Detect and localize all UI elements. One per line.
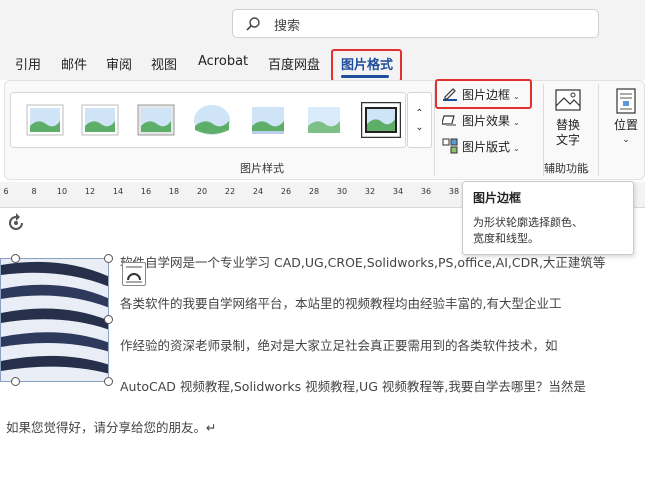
layout-options-icon[interactable] bbox=[122, 262, 146, 286]
search-icon bbox=[246, 17, 260, 31]
style-thumbnail-4[interactable] bbox=[193, 104, 231, 136]
document-line-4[interactable]: AutoCAD 视频教程,Solidworks 视频教程,UG 视频教程等,我要… bbox=[120, 376, 586, 395]
position-label: 位置 bbox=[613, 118, 638, 132]
position-button[interactable]: 位置 ⌄ bbox=[610, 88, 642, 148]
picture-effects-button[interactable]: 图片效果 ⌄ bbox=[441, 112, 520, 129]
picture-border-label: 图片边框 bbox=[462, 88, 511, 102]
ruler-tick: 34 bbox=[392, 187, 404, 196]
rotate-handle-icon[interactable] bbox=[5, 212, 27, 234]
document-line-2[interactable]: 各类软件的我要自学网络平台，本站里的视频教程均由经验丰富的,有大型企业工 bbox=[120, 293, 561, 312]
ruler-tick: 24 bbox=[252, 187, 264, 196]
ruler-tick: 20 bbox=[196, 187, 208, 196]
picture-styles-group-label: 图片样式 bbox=[240, 162, 284, 175]
chevron-down-icon: ⌄ bbox=[513, 92, 520, 101]
selected-picture[interactable] bbox=[0, 258, 109, 382]
tooltip-line-2: 宽度和线型。 bbox=[473, 232, 539, 245]
resize-handle-right[interactable] bbox=[104, 315, 113, 324]
building-photo bbox=[1, 259, 108, 381]
tooltip-line-1: 为形状轮廓选择颜色、 bbox=[473, 216, 583, 229]
ruler-tick: 14 bbox=[112, 187, 124, 196]
picture-border-button[interactable]: 图片边框 ⌄ bbox=[442, 86, 520, 103]
document-line-3[interactable]: 作经验的资深老师录制，绝对是大家立足社会真正要需用到的各类软件技术，如 bbox=[120, 335, 558, 354]
position-icon bbox=[616, 88, 636, 114]
style-thumbnail-3[interactable] bbox=[137, 104, 175, 136]
effects-icon bbox=[441, 115, 456, 126]
chevron-down-icon: ⌄ bbox=[513, 144, 520, 153]
style-thumbnail-5[interactable] bbox=[249, 104, 287, 136]
ruler-tick: 6 bbox=[3, 187, 9, 196]
ruler-tick: 32 bbox=[364, 187, 376, 196]
style-thumbnail-6[interactable] bbox=[305, 104, 343, 136]
alt-text-label-1: 替换 bbox=[555, 118, 580, 132]
gallery-more-button[interactable]: ⌃ ⌄ bbox=[407, 92, 432, 148]
chevron-down-icon: ⌄ bbox=[513, 118, 520, 127]
highlight-box-tab bbox=[331, 49, 402, 82]
ruler-tick: 30 bbox=[336, 187, 348, 196]
resize-handle-top-left[interactable] bbox=[11, 254, 20, 263]
resize-handle-top-right[interactable] bbox=[104, 254, 113, 263]
ribbon-tabs: 引用 邮件 审阅 视图 Acrobat 百度网盘 图片格式 bbox=[0, 44, 645, 80]
group-separator bbox=[598, 84, 599, 176]
title-bar: 搜索 bbox=[0, 0, 645, 44]
picture-layout-label: 图片版式 bbox=[462, 140, 511, 154]
tab-view[interactable]: 视图 bbox=[151, 54, 177, 73]
ruler-tick: 38 bbox=[448, 187, 460, 196]
style-thumbnail-2[interactable] bbox=[81, 104, 119, 136]
alt-text-label-2: 文字 bbox=[555, 133, 580, 147]
ruler-tick: 28 bbox=[308, 187, 320, 196]
ruler-tick: 36 bbox=[420, 187, 432, 196]
style-thumbnail-7-selected[interactable] bbox=[361, 102, 401, 138]
resize-handle-bottom-right[interactable] bbox=[104, 377, 113, 386]
ruler-tick: 18 bbox=[168, 187, 180, 196]
tab-mailings[interactable]: 邮件 bbox=[61, 54, 87, 73]
ruler-tick: 16 bbox=[140, 187, 152, 196]
ruler-tick: 26 bbox=[280, 187, 292, 196]
tab-review[interactable]: 审阅 bbox=[106, 54, 132, 73]
ruler-tick: 22 bbox=[224, 187, 236, 196]
dialog-launcher-icon[interactable]: ↘ bbox=[582, 166, 590, 176]
style-thumbnail-1[interactable] bbox=[26, 104, 64, 136]
search-box[interactable]: 搜索 bbox=[232, 9, 599, 38]
picture-border-tooltip: 图片边框 为形状轮廓选择颜色、 宽度和线型。 bbox=[462, 181, 634, 255]
alt-text-icon bbox=[555, 89, 581, 111]
tab-references[interactable]: 引用 bbox=[15, 54, 41, 73]
ruler-tick: 8 bbox=[31, 187, 37, 196]
ruler-tick: 10 bbox=[56, 187, 68, 196]
document-line-5[interactable]: 如果您觉得好，请分享给您的朋友。↵ bbox=[6, 417, 216, 436]
tooltip-body: 为形状轮廓选择颜色、 宽度和线型。 bbox=[473, 215, 623, 247]
pen-border-icon bbox=[443, 88, 457, 101]
layout-icon bbox=[442, 138, 458, 154]
tab-acrobat[interactable]: Acrobat bbox=[198, 54, 248, 69]
resize-handle-bottom-left[interactable] bbox=[11, 377, 20, 386]
picture-layout-button[interactable]: 图片版式 ⌄ bbox=[442, 138, 520, 155]
ruler-tick: 12 bbox=[84, 187, 96, 196]
chevron-down-icon: ⌄ bbox=[622, 135, 630, 145]
search-placeholder: 搜索 bbox=[274, 19, 301, 34]
tab-baidu-netdisk[interactable]: 百度网盘 bbox=[268, 54, 320, 73]
tooltip-title: 图片边框 bbox=[473, 191, 522, 205]
picture-effects-label: 图片效果 bbox=[462, 114, 511, 128]
alt-text-button[interactable]: 替换 文字 bbox=[552, 88, 584, 148]
